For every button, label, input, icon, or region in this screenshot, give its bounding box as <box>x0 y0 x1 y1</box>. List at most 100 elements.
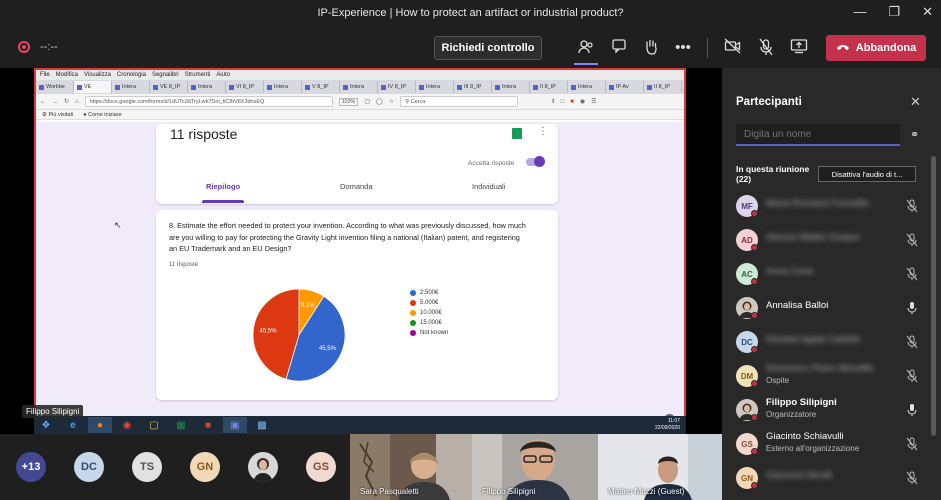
forward-icon[interactable]: → <box>52 99 58 105</box>
bookmark-most-visited[interactable]: ⚙ Più visitati <box>42 112 73 118</box>
bookmark-star-icon[interactable]: ☆ <box>389 98 394 105</box>
participant-row[interactable]: Filippo Silipigni Organizzatore <box>734 393 928 427</box>
participant-row[interactable]: Annalisa Balloi <box>734 291 928 325</box>
raise-hand-icon[interactable] <box>641 38 661 58</box>
browser-tab[interactable]: Intera <box>112 81 150 93</box>
library-icon[interactable]: ‖ <box>552 99 554 105</box>
reader-icon[interactable]: ▢ <box>364 98 370 105</box>
bookmark-getting-started[interactable]: ● Come iniziare <box>83 112 121 118</box>
chat-icon[interactable] <box>609 38 629 58</box>
tab-label: Intera <box>198 84 213 90</box>
gallery-avatar[interactable]: GN <box>190 452 220 482</box>
gallery-avatar-photo[interactable] <box>248 452 278 482</box>
menu-icon[interactable]: ☰ <box>591 98 596 105</box>
leave-label: Abbandona <box>855 42 917 54</box>
browser-tab[interactable]: VE 8_IP <box>150 81 188 93</box>
overflow-count[interactable]: +13 <box>16 452 46 482</box>
browser-tab[interactable]: Intera <box>340 81 378 93</box>
browser-tab[interactable]: Workbe <box>36 81 74 93</box>
participants-icon[interactable] <box>576 38 596 58</box>
browser-tab[interactable]: IV 8_IP <box>378 81 416 93</box>
chrome-icon[interactable]: ◉ <box>115 417 139 433</box>
browser-tab[interactable]: Intera <box>264 81 302 93</box>
panel-scrollbar[interactable] <box>931 156 936 436</box>
video-tile[interactable]: Filippo Silipigni <box>472 434 598 500</box>
more-icon[interactable]: ••• <box>673 38 693 58</box>
home-icon[interactable]: ⌂ <box>75 99 79 105</box>
leave-button[interactable]: Abbandona <box>826 35 926 61</box>
video-tile[interactable]: Sara Pasqualetti <box>350 434 472 500</box>
video-tile[interactable]: Matteo Mozzi (Guest) <box>598 434 722 500</box>
menu-edit[interactable]: Modifica <box>56 72 78 78</box>
mute-all-button[interactable]: Disattiva l'audio di t... <box>818 166 916 182</box>
participant-row[interactable]: AC Anna Conti <box>734 257 928 291</box>
browser-tab[interactable]: Intera <box>188 81 226 93</box>
browser-tab[interactable]: II 8_IP <box>644 81 682 93</box>
video-name: Matteo Mozzi (Guest) <box>608 487 685 496</box>
menu-history[interactable]: Cronologia <box>117 72 146 78</box>
more-options-icon[interactable]: ⋮ <box>538 126 548 137</box>
url-field[interactable]: https://docs.google.com/forms/d/1dUTc3dT… <box>84 96 333 107</box>
browser-tab[interactable]: Intera <box>416 81 454 93</box>
participant-search-input[interactable] <box>736 124 900 146</box>
ie-icon[interactable]: e <box>61 417 85 433</box>
accept-responses-toggle[interactable] <box>526 156 545 167</box>
tab-label: V 8_IP <box>312 84 329 90</box>
participant-row[interactable]: AD Alessio Walter Dodaro <box>734 223 928 257</box>
maximize-icon[interactable]: ❐ <box>888 4 900 20</box>
menu-file[interactable]: File <box>40 72 50 78</box>
sidebar-icon[interactable]: □ <box>561 99 565 105</box>
gallery-avatar[interactable]: TS <box>132 452 162 482</box>
camera-off-icon[interactable] <box>723 38 743 58</box>
gallery-avatar[interactable]: DC <box>74 452 104 482</box>
menu-help[interactable]: Aiuto <box>216 72 230 78</box>
browser-tab[interactable]: II 8_IP <box>530 81 568 93</box>
participant-row[interactable]: MF Maria Romana Fumolillo <box>734 189 928 223</box>
explorer-icon[interactable]: ▢ <box>142 417 166 433</box>
legend-item: 10.000€ <box>410 308 448 318</box>
browser-tab[interactable]: V 8_IP <box>302 81 340 93</box>
share-invite-icon[interactable]: ⚭ <box>910 128 919 141</box>
browser-tab[interactable]: III 8_IP <box>454 81 492 93</box>
tab-favicon-icon <box>381 84 386 90</box>
shared-browser-window: File Modifica Visualizza Cronologia Segn… <box>34 68 686 434</box>
minimize-icon[interactable]: — <box>853 4 866 20</box>
menu-bookmarks[interactable]: Segnalibri <box>152 72 179 78</box>
close-panel-icon[interactable]: ✕ <box>910 94 921 110</box>
browser-tab[interactable]: Intera <box>568 81 606 93</box>
browser-tab[interactable]: Intera <box>492 81 530 93</box>
sheets-icon[interactable] <box>512 128 522 139</box>
participant-row[interactable]: DC Daniela Agata Cabella <box>734 325 928 359</box>
request-control-button[interactable]: Richiedi controllo <box>434 36 542 60</box>
participant-list: MF Maria Romana Fumolillo AD Alessio Walter… <box>734 189 928 495</box>
tab-question[interactable]: Domanda <box>340 182 373 191</box>
tab-summary[interactable]: Riepilogo <box>206 182 240 191</box>
zoom-level[interactable]: 110% <box>338 97 359 106</box>
powerpoint-icon[interactable]: ■ <box>196 417 220 433</box>
browser-tab[interactable]: VE <box>74 81 112 93</box>
start-icon[interactable]: ❖ <box>34 417 58 433</box>
photos-icon[interactable]: ▩ <box>250 417 274 433</box>
back-icon[interactable]: ← <box>40 99 46 105</box>
browser-search-field[interactable]: ⚲ Cerca <box>400 96 519 107</box>
pie-data-label: 9,1% <box>301 303 315 309</box>
excel-icon[interactable]: ▦ <box>169 417 193 433</box>
close-window-icon[interactable]: ✕ <box>922 4 933 20</box>
menu-view[interactable]: Visualizza <box>84 72 111 78</box>
teams-icon[interactable]: ▣ <box>223 417 247 433</box>
acrobat-icon[interactable]: ■ <box>570 99 574 105</box>
participant-row[interactable]: DM Domenico Pietro Minutillo Ospite <box>734 359 928 393</box>
share-screen-icon[interactable] <box>789 38 809 58</box>
tab-individual[interactable]: Individuali <box>472 182 505 191</box>
pocket-icon[interactable]: ◯ <box>376 98 383 105</box>
participant-row[interactable]: GN Giacomo Nicolli <box>734 461 928 495</box>
mic-off-icon[interactable] <box>756 38 776 58</box>
gallery-avatar[interactable]: GS <box>306 452 336 482</box>
browser-tab[interactable]: VI 8_IP <box>226 81 264 93</box>
extension-icon[interactable]: ◉ <box>580 98 585 105</box>
firefox-icon[interactable]: ● <box>88 417 112 433</box>
menu-tools[interactable]: Strumenti <box>185 72 211 78</box>
participant-row[interactable]: GS Giacinto Schiavulli Esterno all'organiz… <box>734 427 928 461</box>
reload-icon[interactable]: ↻ <box>64 98 69 105</box>
browser-tab[interactable]: IP Av <box>606 81 644 93</box>
